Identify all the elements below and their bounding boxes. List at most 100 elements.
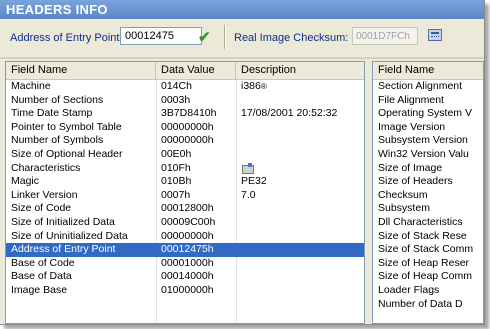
table-row[interactable]: Image Version <box>373 121 483 135</box>
description-text: PE32 <box>241 175 267 188</box>
cell-field-name: Win32 Version Valu <box>378 147 469 160</box>
cell-field-name: Size of Heap Reser <box>378 256 470 269</box>
cell-field-name: Base of Data <box>11 270 72 283</box>
cell-data-value: 00000000h <box>161 120 214 133</box>
cell-field-name: Base of Code <box>11 256 75 269</box>
cell-description: i386® <box>236 80 364 94</box>
cell-data-value: 00014000h <box>161 270 214 283</box>
entry-point-bar: Address of Entry Point: ✔ Real Image Che… <box>0 19 484 57</box>
entry-point-input[interactable] <box>120 27 202 45</box>
cell-data-value: 00000000h <box>161 229 214 242</box>
cell-data-value: 00001000h <box>161 256 214 269</box>
col-header-field-name-right[interactable]: Field Name <box>373 62 483 79</box>
col-header-field-name[interactable]: Field Name <box>6 62 156 79</box>
table-row[interactable]: Size of Image <box>373 162 483 176</box>
cell-field-name: Characteristics <box>11 161 81 174</box>
left-grid-rows: Machine 014Ch i386® Number of Sections 0003h… <box>6 80 364 298</box>
table-row[interactable]: Base of Code 00001000h <box>6 257 364 271</box>
table-row[interactable]: File Alignment <box>373 94 483 108</box>
cell-field-name: Size of Uninitialized Data <box>11 229 128 242</box>
cell-description: PE32 <box>236 175 364 189</box>
table-row[interactable]: Pointer to Symbol Table 00000000h <box>6 121 364 135</box>
headers-info-panel: HEADERS INFO Address of Entry Point: ✔ R… <box>0 0 485 325</box>
table-row[interactable]: Address of Entry Point 00012475h <box>6 243 364 257</box>
cell-field-name: Checksum <box>378 188 428 201</box>
cell-field-name: Number of Symbols <box>11 134 104 147</box>
table-row[interactable]: Size of Stack Rese <box>373 230 483 244</box>
cell-field-name: Size of Optional Header <box>11 147 123 160</box>
cell-description <box>236 94 364 108</box>
cell-field-name: Subsystem Version <box>378 134 468 147</box>
cell-field-name: Size of Stack Rese <box>378 229 467 242</box>
cell-field-name: Address of Entry Point <box>11 243 116 256</box>
checkmark-icon[interactable]: ✔ <box>198 28 211 46</box>
cell-field-name: Size of Headers <box>378 175 453 188</box>
cell-field-name: Image Version <box>378 120 446 133</box>
description-text: i386 <box>241 80 261 92</box>
cell-field-name: Dll Characteristics <box>378 215 463 228</box>
table-row[interactable]: Size of Uninitialized Data 00000000h <box>6 230 364 244</box>
table-row[interactable]: Number of Sections 0003h <box>6 94 364 108</box>
toolbar-separator <box>224 25 226 49</box>
right-grid[interactable]: Field Name Section Alignment File Alignme… <box>372 61 484 324</box>
cell-data-value: 00012475h <box>161 243 214 256</box>
cell-description <box>236 134 364 148</box>
table-row[interactable]: Size of Code 00012800h <box>6 202 364 216</box>
right-grid-rows: Section Alignment File Alignment Operating… <box>373 80 483 311</box>
cell-field-name: Section Alignment <box>378 80 463 92</box>
cell-data-value: 014Ch <box>161 80 192 92</box>
table-row[interactable]: Subsystem <box>373 202 483 216</box>
cell-data-value: 00012800h <box>161 202 214 215</box>
cell-description: 7.0 <box>236 188 364 203</box>
cell-data-value: 010Bh <box>161 175 192 188</box>
cell-field-name: Subsystem <box>378 202 430 215</box>
left-grid-header: Field Name Data Value Description <box>6 62 364 80</box>
cell-data-value: 0007h <box>161 188 191 201</box>
description-text: 17/08/2001 20:52:32 <box>241 107 338 120</box>
table-row[interactable]: Operating System V <box>373 107 483 121</box>
cell-description <box>236 257 364 271</box>
table-row[interactable]: Size of Stack Comm <box>373 243 483 257</box>
table-row[interactable]: Image Base 01000000h <box>6 284 364 298</box>
table-row[interactable]: Size of Optional Header 00E0h <box>6 148 364 162</box>
cell-description <box>236 162 364 176</box>
cell-field-name: Size of Initialized Data <box>11 215 115 228</box>
table-row[interactable]: Number of Symbols 00000000h <box>6 134 364 148</box>
table-row[interactable]: Checksum <box>373 189 483 203</box>
table-row[interactable]: Magic 010Bh PE32 <box>6 175 364 189</box>
description-text: 7.0 <box>241 188 256 201</box>
table-row[interactable]: Dll Characteristics <box>373 216 483 230</box>
cell-field-name: File Alignment <box>378 93 444 106</box>
table-row[interactable]: Characteristics 010Fh <box>6 162 364 176</box>
left-grid[interactable]: Field Name Data Value Description Machin… <box>5 61 365 324</box>
cell-field-name: Loader Flags <box>378 283 440 296</box>
cell-description <box>236 284 364 298</box>
col-header-data-value[interactable]: Data Value <box>156 62 236 79</box>
table-row[interactable]: Number of Data D <box>373 298 483 312</box>
table-row[interactable]: Size of Heap Comm <box>373 270 483 284</box>
table-row[interactable]: Size of Headers <box>373 175 483 189</box>
table-row[interactable]: Time Date Stamp 3B7D8410h 17/08/2001 20:52… <box>6 107 364 121</box>
flags-icon[interactable] <box>241 162 254 174</box>
cell-description <box>236 148 364 162</box>
cell-data-value: 3B7D8410h <box>161 107 217 120</box>
table-row[interactable]: Machine 014Ch i386® <box>6 80 364 94</box>
cell-data-value: 00009C00h <box>161 215 216 228</box>
table-row[interactable]: Size of Heap Reser <box>373 257 483 271</box>
calculator-icon[interactable] <box>428 29 442 41</box>
col-header-description[interactable]: Description <box>236 62 364 79</box>
cell-field-name: Size of Code <box>11 202 72 215</box>
table-row[interactable]: Section Alignment <box>373 80 483 94</box>
table-row[interactable]: Subsystem Version <box>373 134 483 148</box>
table-row[interactable]: Size of Initialized Data 00009C00h <box>6 216 364 230</box>
table-row[interactable]: Win32 Version Valu <box>373 148 483 162</box>
cell-field-name: Number of Data D <box>378 297 463 310</box>
table-row[interactable]: Base of Data 00014000h <box>6 270 364 284</box>
right-grid-header: Field Name <box>373 62 483 80</box>
cell-description <box>236 121 364 135</box>
table-row[interactable]: Linker Version 0007h 7.0 <box>6 189 364 203</box>
table-row[interactable]: Loader Flags <box>373 284 483 298</box>
registered-mark: ® <box>260 82 267 91</box>
cell-data-value: 010Fh <box>161 161 191 174</box>
cell-field-name: Size of Heap Comm <box>378 270 472 283</box>
